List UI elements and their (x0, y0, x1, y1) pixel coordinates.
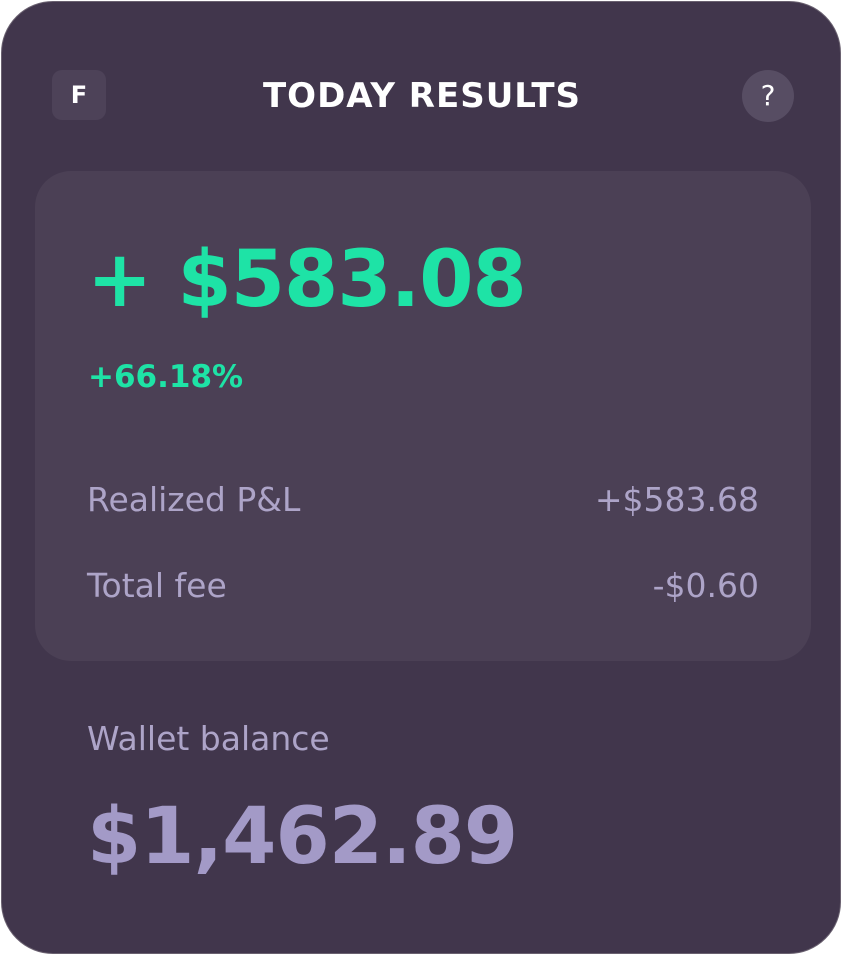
pnl-percent: +66.18% (88, 359, 244, 395)
realized-pnl-value: +$583.68 (594, 480, 759, 519)
question-mark-icon: ? (760, 79, 776, 112)
results-panel: + $583.08 +66.18% Realized P&L +$583.68 … (35, 171, 811, 661)
pnl-amount: + $583.08 (87, 235, 527, 325)
wallet-balance-label: Wallet balance (87, 719, 330, 758)
realized-pnl-label: Realized P&L (87, 480, 301, 519)
help-button[interactable]: ? (742, 70, 794, 122)
card-title: TODAY RESULTS (262, 76, 582, 116)
wallet-balance-amount: $1,462.89 (87, 792, 518, 882)
today-results-card: F TODAY RESULTS ? + $583.08 +66.18% Real… (1, 1, 841, 954)
total-fee-label: Total fee (87, 566, 227, 605)
total-fee-value: -$0.60 (652, 566, 759, 605)
